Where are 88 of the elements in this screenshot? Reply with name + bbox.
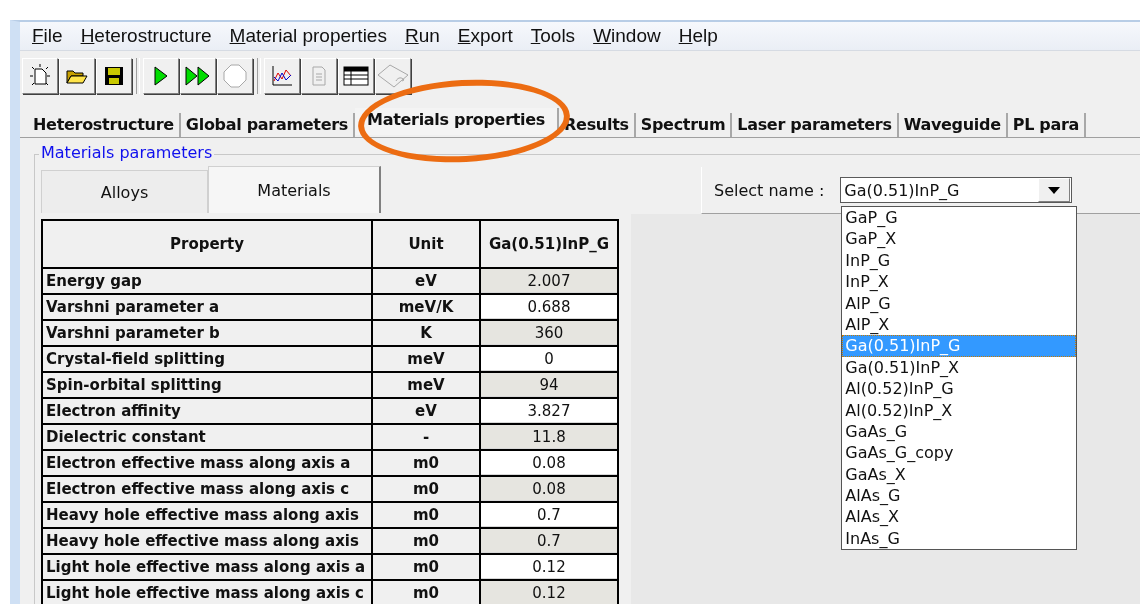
- table-cell: meV: [373, 373, 479, 397]
- value-cell[interactable]: 3.827: [481, 399, 617, 423]
- table-cell: Varshni parameter b: [43, 321, 371, 345]
- tab[interactable]: Materials properties: [355, 108, 560, 135]
- menu-item[interactable]: Tools: [524, 24, 588, 47]
- table-cell: meV/K: [373, 295, 479, 319]
- table-cell: Electron effective mass along axis c: [43, 477, 371, 501]
- dropdown-option[interactable]: AlAs_X: [842, 506, 1077, 528]
- table-icon: [343, 65, 369, 86]
- table-cell: eV: [373, 399, 479, 423]
- table-cell: Light hole effective mass along axis c: [43, 581, 371, 604]
- dropdown-option[interactable]: GaAs_G_copy: [842, 442, 1077, 464]
- column-header: Ga(0.51)InP_G: [481, 221, 617, 267]
- value-cell[interactable]: 11.8: [481, 425, 617, 449]
- table-cell: m0: [373, 555, 479, 579]
- document-icon: [311, 64, 327, 87]
- tab[interactable]: Alloys: [41, 170, 208, 213]
- dropdown-option[interactable]: GaP_X: [842, 228, 1077, 250]
- column-header: Property: [43, 221, 371, 267]
- table-cell: m0: [373, 503, 479, 527]
- chart-icon: [271, 64, 293, 87]
- menu-item[interactable]: Help: [672, 24, 730, 47]
- dropdown-option[interactable]: Al(0.52)InP_X: [842, 399, 1077, 421]
- table-cell: m0: [373, 477, 479, 501]
- table-cell: Varshni parameter a: [43, 295, 371, 319]
- table-cell: Heavy hole effective mass along axis: [43, 503, 371, 527]
- dropdown-option[interactable]: AlAs_G: [842, 485, 1077, 507]
- tab[interactable]: Waveguide: [898, 113, 1008, 137]
- table-cell: Dielectric constant: [43, 425, 371, 449]
- table-cell: Crystal-field splitting: [43, 347, 371, 371]
- value-cell[interactable]: 0.7: [481, 503, 617, 527]
- caret-icon: [1048, 186, 1061, 194]
- dropdown-option[interactable]: GaAs_X: [842, 463, 1077, 486]
- toolbar-button[interactable]: [143, 57, 179, 94]
- table-cell: meV: [373, 347, 479, 371]
- group-title: Materials parameters: [39, 143, 215, 162]
- menu-item[interactable]: Window: [587, 24, 673, 47]
- column-header: Unit: [373, 221, 479, 267]
- table-cell: m0: [373, 451, 479, 475]
- play-icon: [153, 64, 169, 87]
- toolbar-button[interactable]: [180, 57, 216, 94]
- toolbar-button[interactable]: [59, 57, 95, 94]
- dropdown-option[interactable]: Al(0.52)InP_G: [842, 378, 1077, 400]
- menu-item[interactable]: Export: [451, 24, 525, 47]
- tab[interactable]: Spectrum: [635, 113, 733, 137]
- toolbar-button[interactable]: [96, 57, 132, 94]
- table-cell: K: [373, 321, 479, 345]
- dropdown-option[interactable]: GaP_G: [842, 207, 1077, 229]
- value-cell[interactable]: 2.007: [481, 269, 617, 293]
- dropdown-option[interactable]: GaAs_G: [842, 420, 1077, 443]
- table-cell: m0: [373, 529, 479, 553]
- table-cell: Light hole effective mass along axis a: [43, 555, 371, 579]
- table-cell: Energy gap: [43, 269, 371, 293]
- tab[interactable]: PL para: [1007, 113, 1087, 137]
- tab[interactable]: Laser parameters: [732, 113, 899, 137]
- tab[interactable]: Materials: [208, 166, 381, 213]
- table-cell: Heavy hole effective mass along axis: [43, 529, 371, 553]
- select-label: Select name :: [714, 180, 825, 200]
- fast-forward-icon: [185, 64, 211, 87]
- dropdown-option[interactable]: InAs_G: [842, 527, 1077, 550]
- value-cell[interactable]: 0.12: [481, 581, 617, 604]
- value-cell[interactable]: 0.08: [481, 477, 617, 501]
- tab[interactable]: Heterostructure: [28, 113, 181, 137]
- value-cell[interactable]: 94: [481, 373, 617, 397]
- dropdown-option[interactable]: Ga(0.51)InP_X: [842, 356, 1077, 379]
- menu-item[interactable]: Material properties: [223, 24, 399, 47]
- value-cell[interactable]: 0.08: [481, 451, 617, 475]
- dropdown-option[interactable]: AlP_G: [842, 292, 1077, 314]
- stop-icon: [223, 63, 247, 88]
- table-cell: Spin-orbital splitting: [43, 373, 371, 397]
- menu-item[interactable]: Run: [398, 24, 452, 47]
- value-cell[interactable]: 0.7: [481, 529, 617, 553]
- table-cell: -: [373, 425, 479, 449]
- table-cell: m0: [373, 581, 479, 604]
- value-cell[interactable]: 0: [481, 347, 617, 371]
- menu-item[interactable]: File: [26, 24, 75, 47]
- value-cell[interactable]: 360: [481, 321, 617, 345]
- toolbar-button[interactable]: [338, 57, 374, 94]
- menu-item[interactable]: Heterostructure: [74, 24, 224, 47]
- dropdown-option[interactable]: InP_G: [842, 249, 1077, 272]
- value-cell[interactable]: 0.688: [481, 295, 617, 319]
- table-cell: eV: [373, 269, 479, 293]
- value-cell[interactable]: 0.12: [481, 555, 617, 579]
- dropdown-option[interactable]: AlP_X: [842, 313, 1077, 336]
- table-cell: Electron effective mass along axis a: [43, 451, 371, 475]
- document-arrow-icon: [376, 62, 410, 89]
- dropdown-option[interactable]: InP_X: [842, 271, 1077, 293]
- table-cell: Electron affinity: [43, 399, 371, 423]
